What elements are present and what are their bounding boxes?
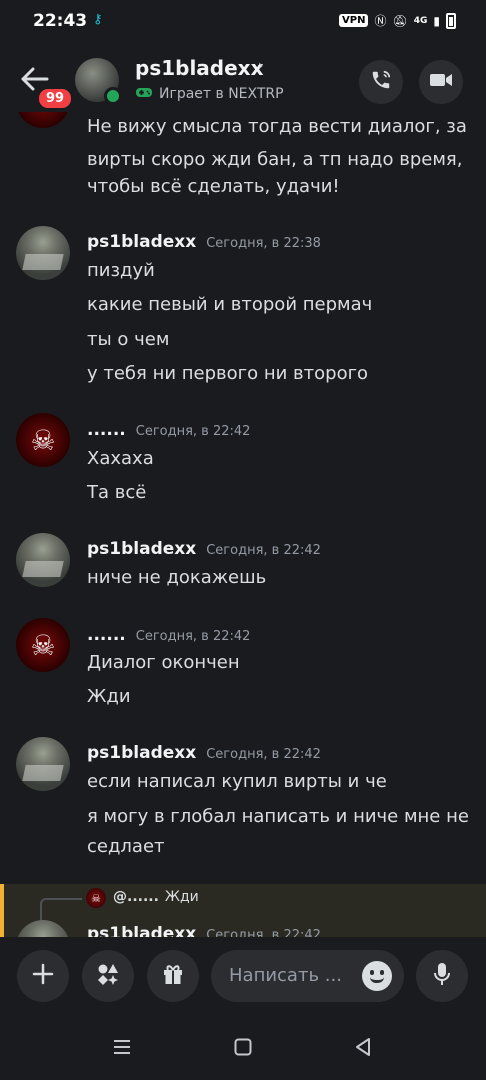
message-text: Не вижу смысла тогда вести диалог, за — [87, 116, 467, 137]
activity-status: Играет в NEXTRP — [135, 85, 284, 103]
message-timestamp: Сегодня, в 22:42 — [135, 424, 251, 439]
avatar: ☠ — [86, 888, 106, 908]
avatar[interactable] — [16, 533, 70, 587]
reply-snippet: Жди — [164, 889, 199, 905]
author-name[interactable]: ...... — [87, 625, 126, 645]
message-text: Та всё — [87, 482, 147, 503]
author-name[interactable]: ...... — [87, 420, 126, 440]
message-text: Хахаха — [87, 448, 154, 469]
vpn-badge: VPN — [339, 14, 369, 27]
video-call-button[interactable] — [419, 60, 463, 104]
author-name[interactable]: ps1bladexx — [87, 539, 196, 559]
home-icon[interactable] — [233, 1037, 253, 1061]
message-author[interactable]: ps1bladexx Сегодня, в 22:42 — [87, 924, 321, 937]
reply-author: @...... — [113, 889, 159, 905]
status-bar: 22:43 ⚷ VPN Ⓝ 🔕︎ 4G ▮ — [0, 0, 486, 44]
message-text: ниче не докажешь — [87, 567, 267, 588]
avatar[interactable] — [16, 737, 70, 791]
unread-badge: 99 — [36, 86, 75, 111]
battery-icon — [446, 12, 456, 29]
message-text: какие певый и второй пермач — [87, 294, 373, 315]
emoji-icon[interactable] — [362, 961, 392, 991]
avatar[interactable]: ☠ — [16, 112, 70, 128]
attach-button[interactable] — [17, 950, 69, 1002]
avatar[interactable]: ☠ — [16, 618, 70, 672]
author-name[interactable]: ps1bladexx — [87, 743, 196, 763]
message-list[interactable]: ☠ Не вижу смысла тогда вести диалог, за … — [0, 112, 486, 937]
voice-message-button[interactable] — [416, 950, 468, 1002]
reply-reference[interactable]: @...... Жди — [113, 889, 199, 905]
message-text: вирты скоро жди бан, а тп надо время, — [87, 149, 463, 170]
mic-icon — [432, 961, 452, 991]
message-composer: Написать ... — [0, 937, 486, 1017]
gift-icon — [161, 962, 185, 990]
message-author[interactable]: ps1bladexx Сегодня, в 22:38 — [87, 232, 321, 252]
message-text: чтобы всё сделать, удачи! — [87, 176, 340, 197]
status-icons: VPN Ⓝ 🔕︎ 4G ▮ — [339, 12, 456, 29]
video-icon — [429, 71, 453, 93]
message-timestamp: Сегодня, в 22:42 — [135, 629, 251, 644]
message-text: у тебя ни первого ни второго — [87, 363, 369, 384]
message-text: я могу в глобал написать и ниче мне не — [87, 806, 469, 827]
signal-icon: ▮ — [433, 13, 440, 28]
message-author[interactable]: ...... Сегодня, в 22:42 — [87, 625, 250, 645]
recents-icon[interactable] — [112, 1037, 132, 1061]
message-text: ты о чем — [87, 329, 170, 350]
message-text: пиздуй — [87, 260, 155, 281]
message-author[interactable]: ps1bladexx Сегодня, в 22:42 — [87, 743, 321, 763]
avatar[interactable] — [16, 226, 70, 280]
message-timestamp: Сегодня, в 22:42 — [206, 928, 321, 937]
message-timestamp: Сегодня, в 22:42 — [206, 747, 321, 762]
mute-bell-icon: 🔕︎ — [392, 13, 408, 28]
network-label: 4G — [413, 15, 428, 26]
activity-text: Играет в NEXTRP — [159, 86, 284, 102]
system-nav-bar — [0, 1017, 486, 1080]
contact-name[interactable]: ps1bladexx — [135, 56, 264, 80]
message-text: Жди — [87, 686, 131, 707]
chevron-right-icon[interactable]: › — [258, 58, 264, 74]
voice-call-button[interactable] — [359, 60, 403, 104]
message-author[interactable]: ...... Сегодня, в 22:42 — [87, 420, 250, 440]
message-input-placeholder: Написать ... — [229, 965, 342, 986]
avatar[interactable]: ☠ — [16, 413, 70, 467]
message-author[interactable]: ps1bladexx Сегодня, в 22:42 — [87, 539, 321, 559]
message-input[interactable]: Написать ... — [211, 950, 404, 1002]
apps-icon — [95, 961, 121, 991]
nfc-icon: Ⓝ — [374, 14, 387, 28]
key-icon: ⚷ — [93, 12, 103, 27]
dm-header: 99 ps1bladexx › Играет в NEXTRP — [0, 44, 486, 120]
gift-button[interactable] — [147, 950, 199, 1002]
back-triangle-icon[interactable] — [353, 1037, 373, 1061]
message-timestamp: Сегодня, в 22:42 — [206, 543, 321, 558]
online-indicator — [104, 87, 122, 105]
plus-icon — [31, 962, 55, 990]
gamepad-icon — [135, 85, 153, 103]
status-time: 22:43 — [33, 11, 88, 31]
reply-connector — [40, 898, 82, 922]
apps-button[interactable] — [82, 950, 134, 1002]
author-name[interactable]: ps1bladexx — [87, 232, 196, 252]
message-timestamp: Сегодня, в 22:38 — [206, 236, 321, 251]
message-text: если написал купил вирты и че — [87, 771, 387, 792]
author-name[interactable]: ps1bladexx — [87, 924, 196, 937]
message-text: Диалог окончен — [87, 652, 240, 673]
phone-icon — [370, 69, 392, 95]
message-text: седлает — [87, 836, 165, 857]
